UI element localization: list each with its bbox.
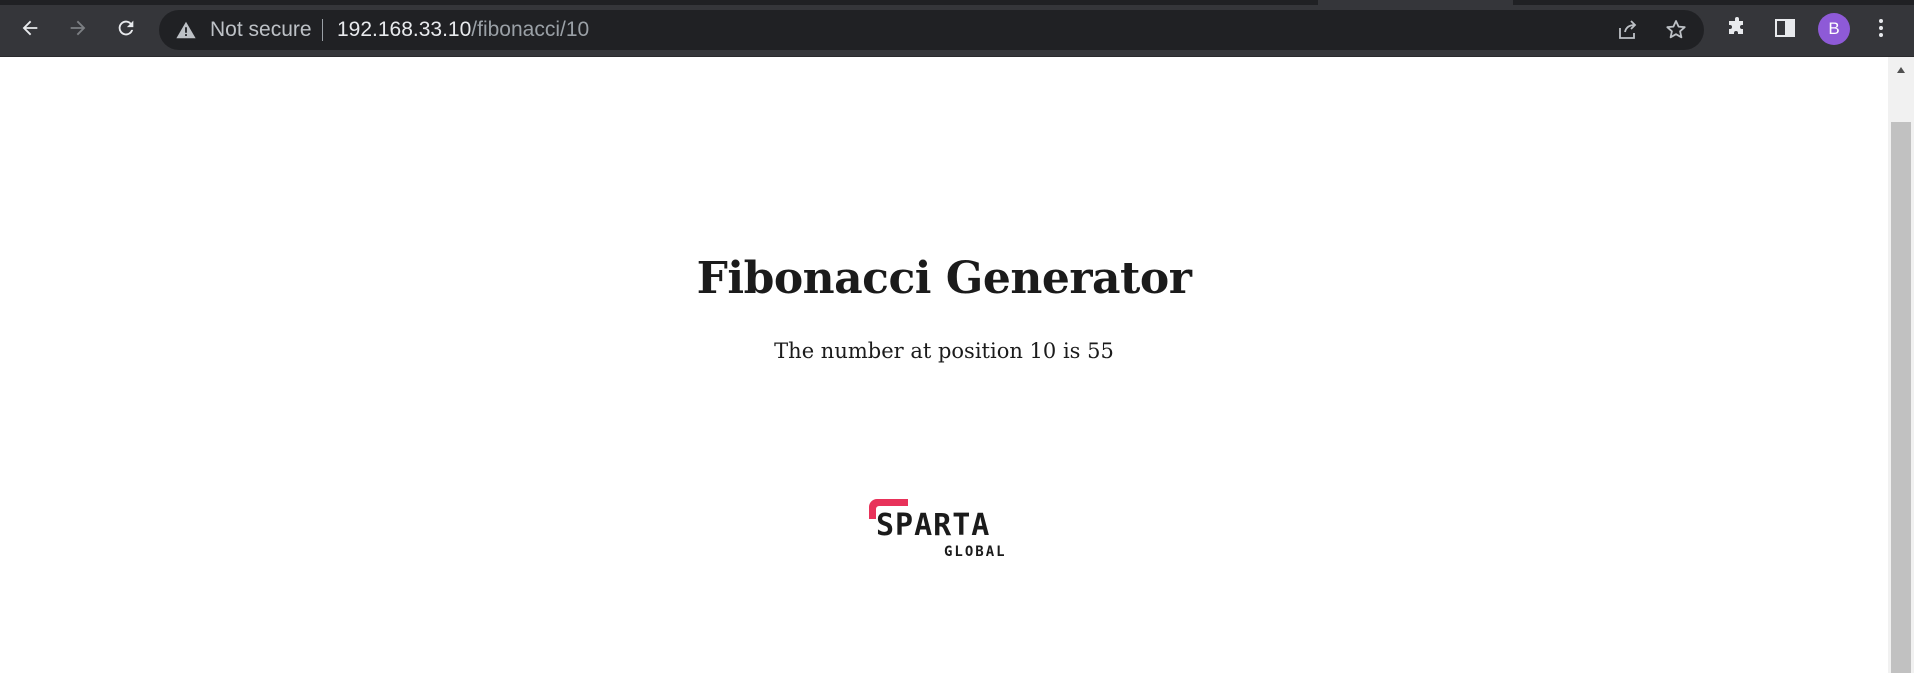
back-button[interactable] xyxy=(14,12,46,44)
star-icon[interactable] xyxy=(1664,18,1688,42)
url-host: 192.168.33.10 xyxy=(337,18,472,41)
security-label[interactable]: Not secure xyxy=(210,19,312,41)
arrow-left-icon xyxy=(22,20,38,36)
fibonacci-result: The number at position 10 is 55 xyxy=(774,339,1114,363)
svg-text:GLOBAL: GLOBAL xyxy=(944,544,1007,559)
tab-strip xyxy=(0,0,1914,5)
svg-text:SPARTA: SPARTA xyxy=(876,508,990,543)
omnibox-separator xyxy=(322,19,323,41)
arrow-right-icon xyxy=(70,20,86,36)
kebab-menu-icon[interactable] xyxy=(1869,16,1893,40)
warning-triangle-icon[interactable] xyxy=(175,19,197,41)
tab-hint xyxy=(1318,0,1513,5)
puzzle-icon[interactable] xyxy=(1725,16,1749,40)
url-path: /fibonacci/10 xyxy=(471,18,590,41)
sparta-global-logo: SPARTA GLOBAL xyxy=(869,499,1007,559)
page-content: Fibonacci Generator The number at positi… xyxy=(0,57,1888,673)
address-bar[interactable]: Not secure 192.168.33.10/fibonacci/10 xyxy=(159,10,1704,50)
url-text[interactable]: 192.168.33.10/fibonacci/10 xyxy=(337,19,589,41)
reload-icon xyxy=(118,20,134,36)
share-icon[interactable] xyxy=(1616,18,1640,42)
scrollbar-thumb[interactable] xyxy=(1891,122,1911,673)
page-title: Fibonacci Generator xyxy=(696,253,1192,304)
side-panel-icon[interactable] xyxy=(1773,16,1797,40)
profile-initial: B xyxy=(1828,19,1840,38)
scroll-up-arrow-icon xyxy=(1897,67,1905,73)
forward-button[interactable] xyxy=(62,12,94,44)
scroll-up-button[interactable] xyxy=(1888,57,1914,83)
reload-button[interactable] xyxy=(110,12,142,44)
profile-avatar[interactable]: B xyxy=(1818,13,1850,45)
browser-toolbar: Not secure 192.168.33.10/fibonacci/10 B xyxy=(0,0,1914,57)
